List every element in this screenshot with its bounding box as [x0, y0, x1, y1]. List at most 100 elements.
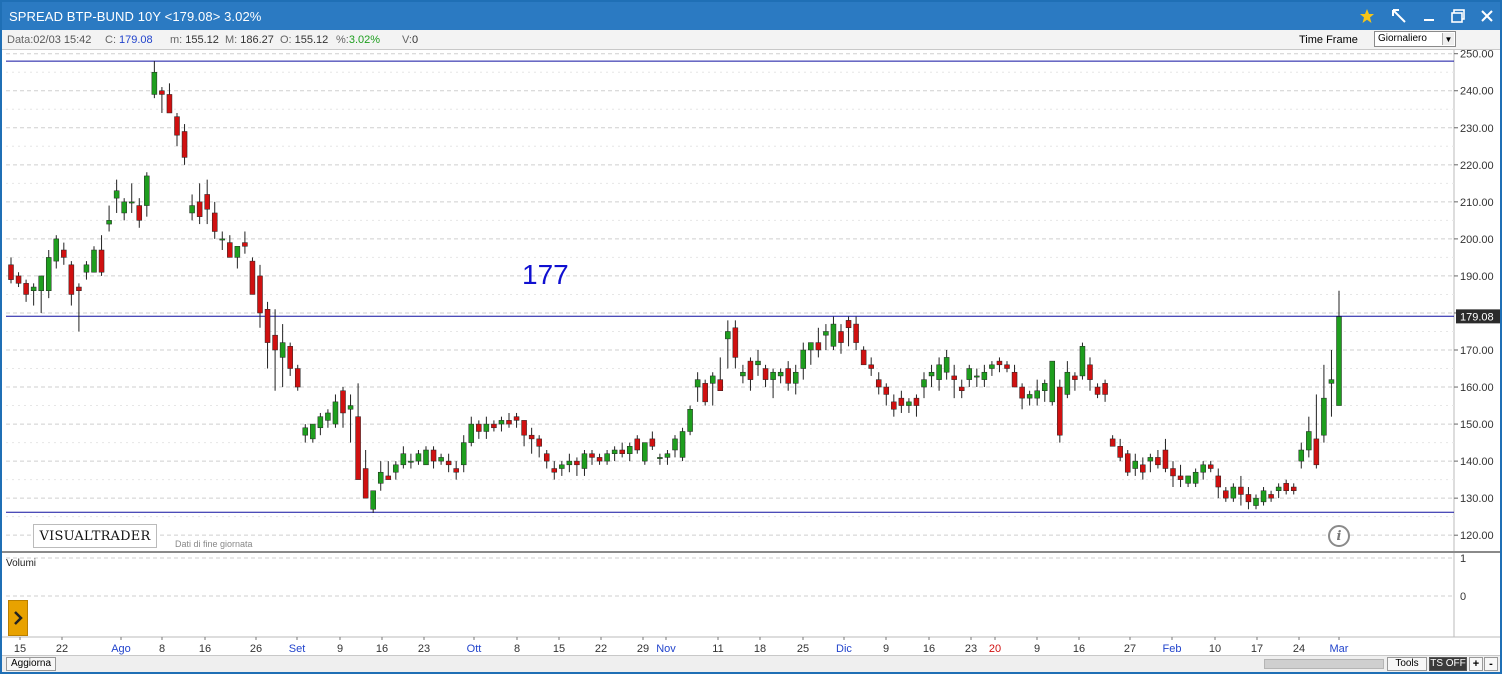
candle-up [121, 201, 127, 214]
candle-down [249, 260, 256, 295]
scrollbar-thumb[interactable] [1265, 660, 1383, 668]
candle-down [1215, 475, 1222, 488]
title-bar: SPREAD BTP-BUND 10Y <179.08> 3.02% [2, 2, 1500, 30]
candle-up [423, 449, 429, 466]
maximize-icon[interactable] [1445, 5, 1471, 27]
candle-up [755, 360, 761, 366]
candle-down [1072, 375, 1078, 380]
candle-down [159, 90, 165, 95]
chart-area[interactable]: 120.00130.00140.00150.00160.00170.00180.… [2, 49, 1500, 660]
minimize-icon[interactable] [1416, 5, 1442, 27]
aggiorna-button[interactable]: Aggiorna [6, 657, 57, 671]
y-tick-label: 160.00 [1460, 382, 1494, 394]
candle-down [1162, 449, 1169, 469]
y-tick-label: 220.00 [1460, 160, 1494, 172]
price-chart[interactable]: 120.00130.00140.00150.00160.00170.00180.… [2, 49, 1500, 655]
candle-up [974, 375, 980, 378]
candle-up [989, 364, 995, 369]
candle-up [830, 323, 837, 347]
x-tick-label: 27 [1124, 643, 1136, 655]
candle-down [76, 286, 82, 291]
price-axis-bg [1454, 50, 1500, 637]
candle-up [566, 460, 573, 466]
candle-up [302, 427, 309, 436]
expand-panel-button[interactable] [8, 600, 28, 636]
candle-down [951, 375, 957, 380]
candle-up [151, 71, 158, 95]
candle-down [1004, 364, 1010, 369]
time-frame-label: Time Frame [1299, 34, 1358, 46]
candle-down [1109, 438, 1116, 447]
candle-up [740, 371, 746, 377]
candle-up [657, 457, 663, 459]
candle-up [1306, 431, 1312, 451]
candle-up [1321, 397, 1327, 436]
x-tick-label: Ago [111, 643, 131, 655]
candle-down [1057, 386, 1063, 436]
candle-down [174, 116, 180, 136]
favorite-star-icon[interactable] [1354, 5, 1380, 27]
candle-up [310, 423, 316, 440]
candle-up [928, 371, 935, 377]
candle-down [211, 212, 218, 232]
candle-up [770, 371, 776, 380]
candle-up [1041, 383, 1048, 391]
candle-down [242, 242, 248, 247]
candle-down [543, 453, 550, 462]
candle-down [732, 327, 739, 358]
candle-up [1064, 371, 1071, 395]
candle-down [702, 383, 708, 403]
x-tick-label: 9 [883, 643, 889, 655]
candle-up [377, 471, 384, 484]
candle-down [1140, 464, 1146, 473]
candle-up [664, 453, 671, 458]
candle-up [1079, 346, 1086, 377]
info-max: M: 186.27 [225, 34, 274, 46]
candle-up [1200, 464, 1206, 473]
candle-down [1177, 475, 1184, 480]
close-icon[interactable] [1474, 5, 1500, 27]
x-tick-label: 20 [989, 643, 1001, 655]
candle-down [23, 283, 29, 295]
x-tick-label: 17 [1251, 643, 1263, 655]
info-icon[interactable]: i [1328, 525, 1350, 547]
candle-down [536, 438, 542, 447]
volume-panel-label: Volumi [6, 558, 36, 569]
time-scrollbar[interactable] [1264, 659, 1384, 669]
candle-up [279, 342, 286, 358]
candle-down [8, 264, 14, 280]
candle-down [596, 457, 603, 462]
candle-up [332, 401, 339, 425]
candle-down [362, 468, 369, 499]
candle-up [709, 375, 716, 384]
x-tick-label: 25 [797, 643, 809, 655]
candle-up [415, 453, 422, 462]
zoom-in-button[interactable]: + [1469, 657, 1483, 671]
candle-down [98, 249, 105, 273]
candle-up [642, 442, 648, 462]
ts-off-button[interactable]: TS OFF [1429, 657, 1467, 671]
candle-down [1245, 494, 1252, 503]
tools-button[interactable]: Tools [1387, 657, 1427, 671]
x-tick-label: 8 [159, 643, 165, 655]
y-tick-label: 130.00 [1460, 493, 1494, 505]
pin-icon[interactable] [1386, 5, 1412, 27]
info-percent: %:3.02% [336, 34, 381, 46]
x-tick-label: 22 [595, 643, 607, 655]
candle-up [1328, 379, 1335, 384]
time-frame-select[interactable]: Giornaliero ▼ [1374, 31, 1456, 47]
candle-up [906, 401, 912, 406]
candle-down [815, 342, 822, 351]
candle-down [913, 397, 920, 406]
info-volume: V:0 [402, 34, 419, 46]
candle-down [838, 331, 844, 343]
candle-up [393, 464, 399, 473]
candle-up [581, 453, 588, 469]
time-frame-value: Giornaliero [1378, 33, 1427, 44]
candle-up [1147, 457, 1154, 462]
candle-down [264, 309, 271, 343]
last-price-label: 179.08 [1460, 311, 1494, 323]
zoom-out-button[interactable]: - [1484, 657, 1498, 671]
candle-up [468, 423, 475, 443]
candle-up [53, 238, 60, 262]
